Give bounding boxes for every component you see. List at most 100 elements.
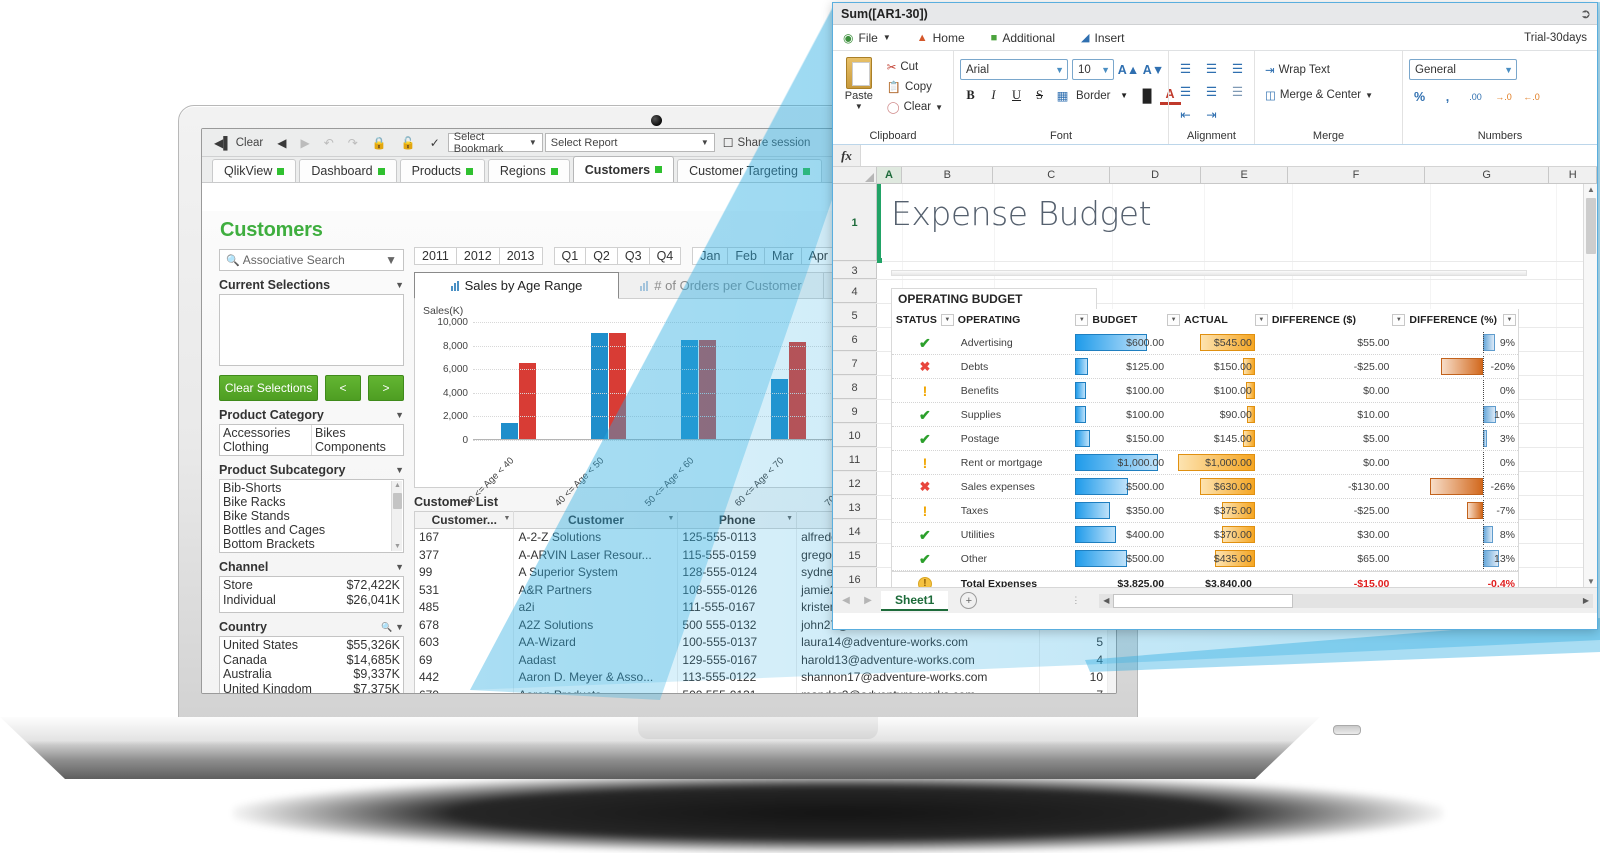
bar[interactable] [680,339,698,440]
row-header-16[interactable]: 16 [833,568,877,587]
bookmark-select[interactable]: Select Bookmark ▼ [447,131,543,155]
header-actual[interactable]: ▼ ACTUAL [1167,309,1255,330]
budget-row[interactable]: ✖ Debts $125.00 $150.00 -$25.00 -20% [892,355,1518,379]
budget-row[interactable]: ! Rent or mortgage $1,000.00 $1,000.00 $0.00… [892,451,1518,475]
list-item[interactable]: Australia $9,337K [220,667,403,682]
sheet-tab-sheet1[interactable]: Sheet1 [881,590,949,611]
menu-file[interactable]: ◉ File ▼ [843,31,891,45]
scroll-up-icon[interactable]: ▲ [1587,185,1595,194]
chevron-down-icon[interactable]: ▼ [667,515,674,522]
period-button-q1[interactable]: Q1 [553,247,586,265]
clear-selections-button[interactable]: Clear Selections [219,375,318,401]
filter-dropdown-icon[interactable]: ▼ [1503,313,1516,326]
row-header-4[interactable]: 4 [833,280,877,303]
period-button-apr[interactable]: Apr [800,247,835,265]
fill-color-icon[interactable]: █ [1137,86,1158,105]
paste-dropdown-icon[interactable]: ▼ [855,102,863,111]
cut-button[interactable]: ✂ Cut [883,58,947,76]
list-item[interactable]: United Kingdom $7,375K [220,682,403,694]
budget-row[interactable]: ✔ Advertising $600.00 $545.00 $55.00 9% [892,331,1518,355]
column-header-f[interactable]: F [1288,167,1425,183]
tab-customer-targeting[interactable]: Customer Targeting [677,159,822,182]
product-category-listbox[interactable]: Accessories Clothing Bikes Components [219,424,404,456]
column-header-b[interactable]: B [902,167,994,183]
chevron-down-icon[interactable]: ▼ [395,562,404,572]
list-item[interactable]: Bike Racks [223,495,389,509]
bar-group[interactable] [563,333,653,440]
budget-row[interactable]: ✔ Utilities $400.00 $370.00 $30.00 8% [892,523,1518,547]
redo-button[interactable]: ↷ [342,132,364,154]
bar[interactable] [500,422,518,440]
back-button[interactable]: ◀ [271,132,292,154]
comma-style-icon[interactable]: , [1437,87,1458,106]
tab-regions[interactable]: Regions [487,159,570,182]
budget-row[interactable]: ✖ Sales expenses $500.00 $630.00 -$130.00 -26… [892,475,1518,499]
period-button-2011[interactable]: 2011 [414,247,456,265]
menu-insert[interactable]: ◢ Insert [1081,31,1124,45]
tab-products[interactable]: Products [399,159,485,182]
decrease-indent-icon[interactable]: ⇤ [1175,105,1196,124]
clear-button[interactable]: ◯ Clear ▼ [883,98,947,116]
period-button-jan[interactable]: Jan [692,247,728,265]
add-sheet-button[interactable]: + [960,592,978,609]
prev-selection-button[interactable]: < [325,375,361,401]
bar[interactable] [770,379,788,440]
budget-row[interactable]: ✔ Other $500.00 $435.00 $65.00 13% [892,547,1518,571]
undo-button[interactable]: ↶ [318,132,340,154]
channel-listbox[interactable]: Store $72,422K Individual $26,041K [219,576,404,613]
increase-font-size-icon[interactable]: A▲ [1118,60,1139,79]
italic-button[interactable]: I [983,86,1004,105]
bar-group[interactable] [653,339,743,440]
row-header-5[interactable]: 5 [833,304,877,327]
align-center-icon[interactable]: ☰ [1201,59,1222,78]
grid-vertical-scrollbar[interactable]: ▲ ▼ [1583,184,1597,587]
chart-tab-orders-per-customer[interactable]: # of Orders per Customer [619,273,824,298]
number-format-select[interactable]: General ▼ [1409,59,1517,80]
decrease-font-size-icon[interactable]: A▼ [1143,60,1164,79]
list-item[interactable]: Store $72,422K [220,578,403,593]
bar-group[interactable] [473,363,563,440]
forward-button[interactable]: ▶ [294,132,315,154]
chevron-down-icon[interactable]: ▼ [1365,91,1373,100]
list-item[interactable]: Clothing [223,440,308,454]
list-item[interactable]: Individual $26,041K [220,593,403,608]
strikethrough-button[interactable]: S [1029,86,1050,105]
row-header-14[interactable]: 14 [833,520,877,543]
row-header-12[interactable]: 12 [833,472,877,495]
filter-dropdown-icon[interactable]: ▼ [1254,313,1268,326]
list-item[interactable]: Accessories [223,426,308,440]
period-button-2012[interactable]: 2012 [455,247,499,265]
column-header-d[interactable]: D [1110,167,1202,183]
menu-home[interactable]: ▲ Home [917,31,965,45]
scroll-down-icon[interactable]: ▼ [394,543,401,550]
chevron-down-icon[interactable]: ▼ [786,515,793,522]
list-item[interactable]: Bike Stands [223,509,389,523]
align-left-icon[interactable]: ☰ [1175,59,1196,78]
list-item[interactable]: Bib-Shorts [223,481,389,495]
list-item[interactable]: Bikes [315,426,400,440]
border-button[interactable]: Border [1075,90,1112,102]
current-selections-box[interactable] [219,294,404,366]
column-header-h[interactable]: H [1549,167,1597,183]
chevron-down-icon[interactable]: ▼ [395,280,404,290]
formula-bar[interactable]: fx [833,145,1597,167]
header-difference-pct[interactable]: ▼ DIFFERENCE (%) ▼ [1392,309,1518,330]
filter-dropdown-icon[interactable]: ▼ [940,313,954,326]
clear-button[interactable]: ◀▌ Clear [208,132,269,154]
border-icon[interactable]: ▦ [1052,86,1073,105]
paste-icon[interactable] [845,57,872,89]
scrollbar-thumb[interactable] [1586,198,1596,254]
chevron-down-icon[interactable]: ▼ [504,515,511,522]
budget-row[interactable]: ! Taxes $350.00 $375.00 -$25.00 -7% [892,499,1518,523]
budget-row[interactable]: ✔ Supplies $100.00 $90.00 $10.00 10% [892,403,1518,427]
listbox-scrollbar[interactable]: ▲ ▼ [391,481,402,551]
search-icon[interactable]: 🔍 [381,622,392,632]
tab-dashboard[interactable]: Dashboard [299,159,397,182]
table-row[interactable]: 679Aaron Products500 555-0131mandar2@adv… [414,686,1108,693]
budget-row[interactable]: ! Benefits $100.00 $100.00 $0.00 0% [892,379,1518,403]
bar[interactable] [698,339,716,440]
row-header-15[interactable]: 15 [833,544,877,567]
copy-button[interactable]: 📋 Copy [883,78,947,96]
scrollbar-thumb[interactable] [1113,593,1294,608]
increase-indent-icon[interactable]: ⇥ [1201,105,1222,124]
